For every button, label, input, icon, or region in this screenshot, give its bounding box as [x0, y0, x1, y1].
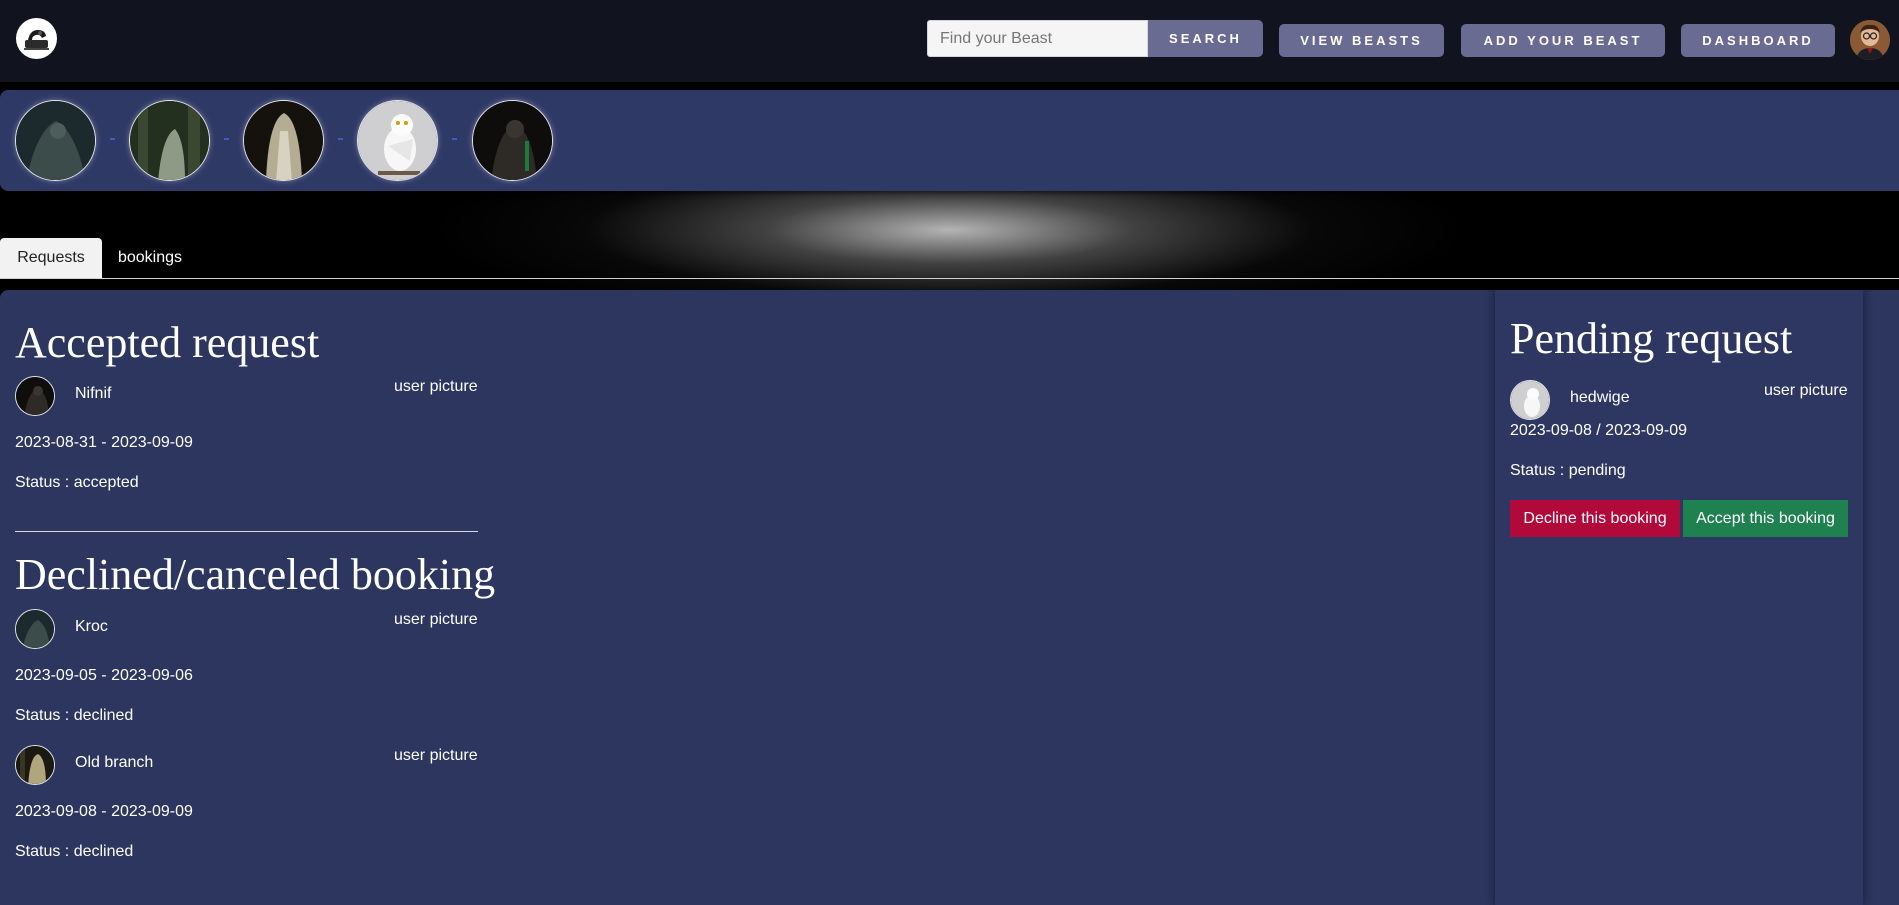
user-picture-label: user picture	[1764, 382, 1848, 399]
tab-bookings[interactable]: bookings	[102, 238, 198, 278]
tab-requests[interactable]: Requests	[0, 238, 102, 278]
user-picture-label: user picture	[394, 747, 478, 764]
pending-status: Status : pending	[1510, 462, 1626, 479]
beast-avatar-kroc	[15, 609, 55, 649]
user-picture-label: user picture	[394, 378, 478, 395]
carousel-separator	[110, 138, 115, 140]
beast-thumb-2[interactable]	[129, 100, 210, 181]
accept-booking-button[interactable]: Accept this booking	[1683, 500, 1848, 537]
user-avatar-icon[interactable]	[1850, 20, 1890, 60]
accepted-beast-name: Nifnif	[75, 385, 112, 402]
declined-status: Status : declined	[15, 843, 134, 860]
declined-booking-heading: Declined/canceled booking	[15, 550, 496, 599]
declined-dates: 2023-09-08 - 2023-09-09	[15, 803, 193, 820]
declined-status: Status : declined	[15, 707, 134, 724]
pending-dates: 2023-09-08 / 2023-09-09	[1510, 422, 1688, 439]
beast-thumb-3[interactable]	[243, 100, 324, 181]
tabs-divider	[0, 278, 1899, 279]
beast-avatar-nifnif	[15, 376, 55, 416]
section-divider	[15, 531, 478, 532]
pending-request-heading: Pending request	[1510, 314, 1793, 363]
view-beasts-button[interactable]: VIEW BEASTS	[1279, 24, 1444, 57]
carousel-separator	[338, 138, 343, 140]
user-picture-label: user picture	[394, 611, 478, 628]
carousel-separator	[224, 138, 229, 140]
top-navbar: SEARCH VIEW BEASTS ADD YOUR BEAST DASHBO…	[0, 0, 1899, 82]
beast-thumb-1[interactable]	[15, 100, 96, 181]
accepted-status: Status : accepted	[15, 474, 139, 491]
add-your-beast-button[interactable]: ADD YOUR BEAST	[1461, 24, 1665, 57]
decline-booking-button[interactable]: Decline this booking	[1510, 500, 1680, 537]
accepted-request-heading: Accepted request	[15, 318, 320, 367]
beast-logo-icon[interactable]	[16, 18, 57, 59]
dashboard-button[interactable]: DASHBOARD	[1681, 24, 1835, 57]
pending-beast-name: hedwige	[1570, 389, 1630, 406]
beast-thumb-5[interactable]	[472, 100, 553, 181]
declined-beast-name: Kroc	[75, 618, 108, 635]
declined-dates: 2023-09-05 - 2023-09-06	[15, 667, 193, 684]
pending-request-panel: Pending request hedwige user picture 202…	[1495, 290, 1863, 905]
beast-thumb-4[interactable]	[357, 100, 438, 181]
beast-carousel	[0, 90, 1899, 191]
declined-beast-name: Old branch	[75, 754, 154, 771]
beast-avatar-hedwige	[1510, 380, 1550, 420]
accepted-dates: 2023-08-31 - 2023-09-09	[15, 434, 193, 451]
carousel-separator	[452, 138, 457, 140]
search-input[interactable]	[927, 20, 1148, 57]
requests-panel: Accepted request Nifnif user picture 202…	[0, 290, 1899, 905]
beast-avatar-old-branch	[15, 745, 55, 785]
search-button[interactable]: SEARCH	[1148, 20, 1263, 57]
